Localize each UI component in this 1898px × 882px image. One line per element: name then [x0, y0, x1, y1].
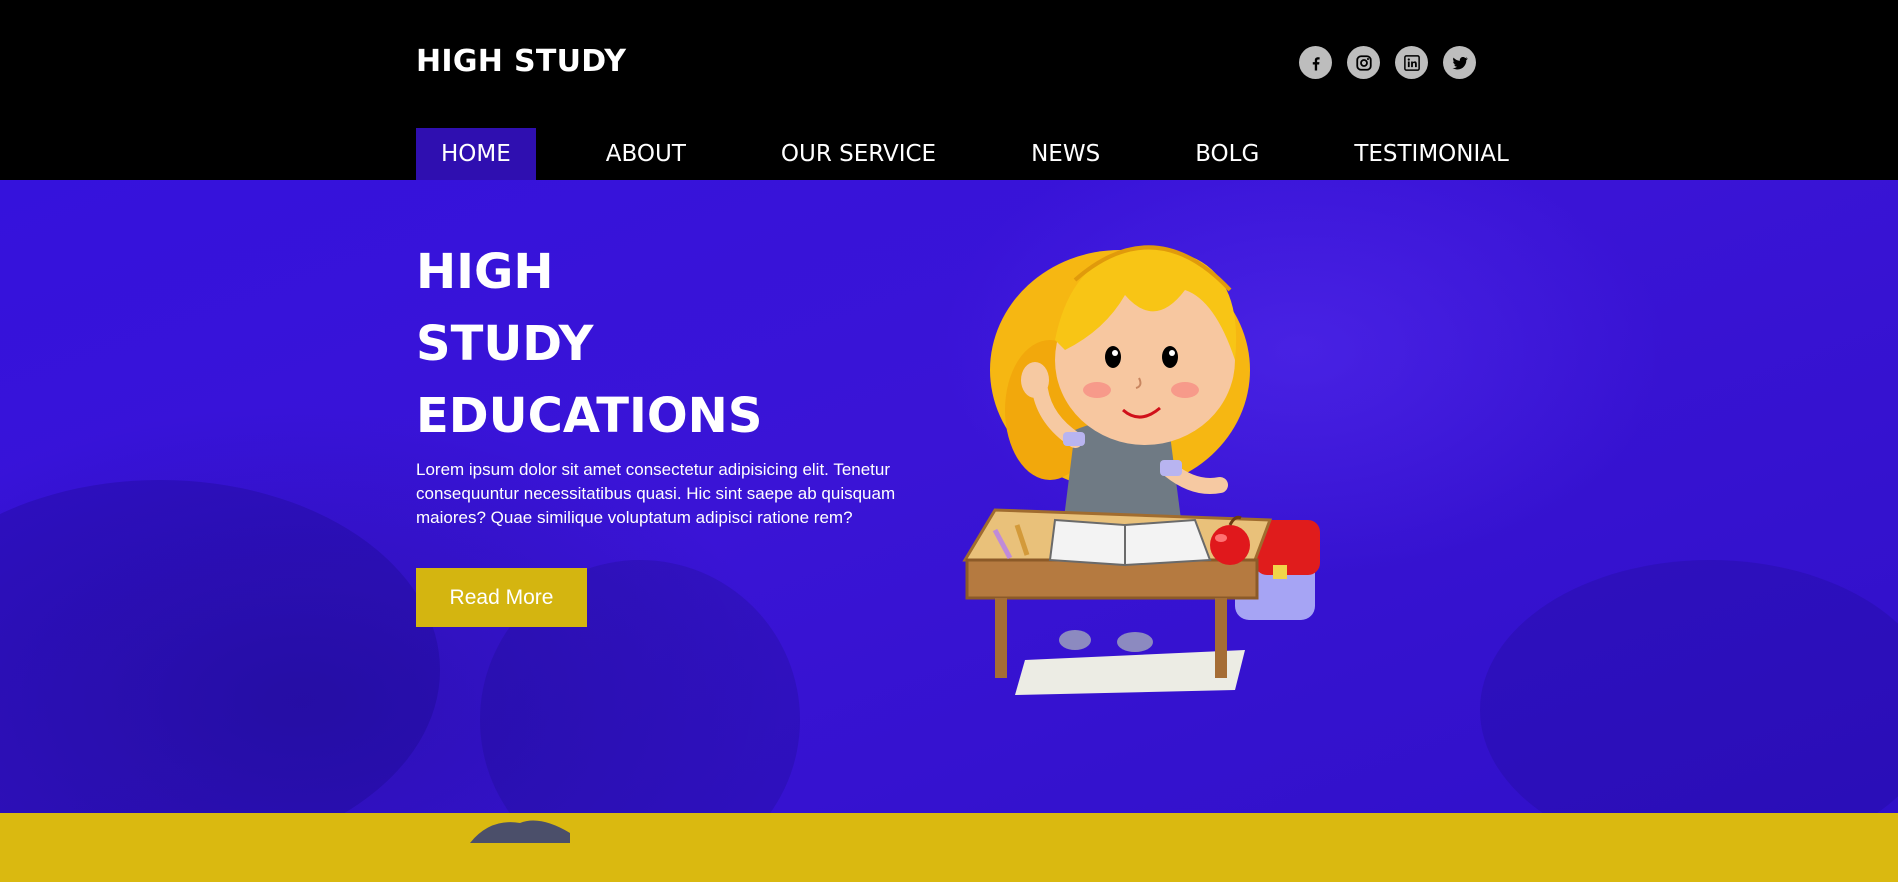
hero-title-line: EDUCATIONS: [416, 388, 763, 444]
hero-title-line: STUDY: [416, 316, 594, 372]
hero-title-line: HIGH: [416, 244, 554, 300]
student-desk-illustration: [962, 245, 1320, 695]
hero-title: HIGH STUDY EDUCATIONS: [416, 236, 762, 452]
nav-item-testimonial[interactable]: TESTIMONIAL: [1354, 128, 1509, 180]
hero-banner: HIGH STUDY EDUCATIONS Lorem ipsum dolor …: [0, 180, 1898, 813]
instagram-icon[interactable]: [1347, 46, 1380, 79]
site-logo[interactable]: HIGH STUDY: [416, 44, 626, 79]
background-shape: [1480, 560, 1898, 813]
site-header: HIGH STUDY HOME ABOUT OUR SERVICE NEWS B…: [0, 0, 1898, 180]
background-shape: [0, 480, 440, 813]
nav-item-news[interactable]: NEWS: [1031, 128, 1100, 180]
linkedin-icon[interactable]: [1395, 46, 1428, 79]
hero-description: Lorem ipsum dolor sit amet consectetur a…: [416, 460, 896, 527]
nav-item-bolg[interactable]: BOLG: [1195, 128, 1259, 180]
facebook-icon[interactable]: [1299, 46, 1332, 79]
nav-item-our-service[interactable]: OUR SERVICE: [781, 128, 936, 180]
partial-illustration: [470, 820, 570, 843]
nav-item-home[interactable]: HOME: [416, 128, 536, 180]
yellow-section: [0, 813, 1898, 882]
main-nav: HOME ABOUT OUR SERVICE NEWS BOLG TESTIMO…: [416, 128, 1509, 180]
read-more-button[interactable]: Read More: [416, 568, 587, 627]
social-links: [1299, 46, 1476, 79]
twitter-icon[interactable]: [1443, 46, 1476, 79]
nav-item-about[interactable]: ABOUT: [606, 128, 686, 180]
